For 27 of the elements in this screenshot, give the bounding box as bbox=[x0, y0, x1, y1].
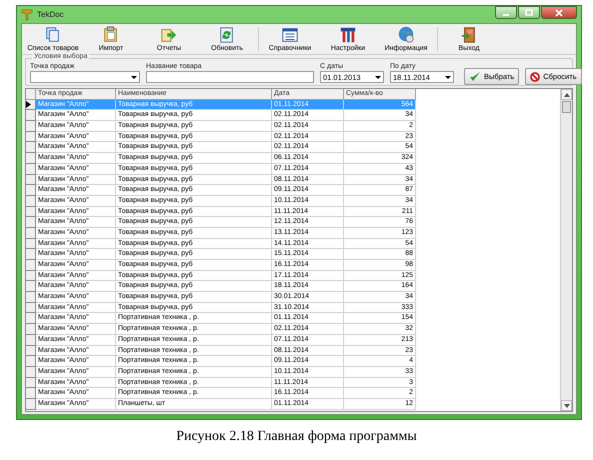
row-selector[interactable] bbox=[26, 100, 36, 110]
columns-icon bbox=[339, 26, 357, 44]
app-icon bbox=[21, 8, 33, 20]
product-name-field[interactable] bbox=[146, 71, 314, 83]
door-icon bbox=[460, 26, 478, 44]
maximize-icon bbox=[525, 9, 533, 16]
corner-header bbox=[26, 89, 36, 100]
figure-caption: Рисунок 2.18 Главная форма программы bbox=[176, 429, 417, 444]
scrollbar[interactable] bbox=[560, 89, 572, 411]
maximize-button[interactable] bbox=[518, 6, 540, 19]
refresh-icon bbox=[218, 26, 236, 44]
globe-icon bbox=[397, 26, 415, 44]
prohibited-icon bbox=[530, 72, 540, 82]
minimize-button[interactable] bbox=[495, 6, 517, 19]
documents-icon bbox=[44, 26, 62, 44]
scroll-up-icon[interactable] bbox=[564, 92, 570, 96]
document-arrow-icon bbox=[160, 26, 178, 44]
table-icon bbox=[281, 26, 299, 44]
close-icon bbox=[555, 8, 563, 16]
row-pointer-icon bbox=[26, 101, 31, 108]
scroll-down-icon[interactable] bbox=[564, 404, 570, 408]
scroll-thumb[interactable] bbox=[562, 101, 571, 113]
close-button[interactable] bbox=[541, 6, 577, 19]
check-icon bbox=[469, 71, 481, 82]
clipboard-icon bbox=[102, 26, 120, 44]
store-dropdown[interactable] bbox=[30, 71, 140, 83]
window-title: TekDoc bbox=[37, 10, 64, 19]
